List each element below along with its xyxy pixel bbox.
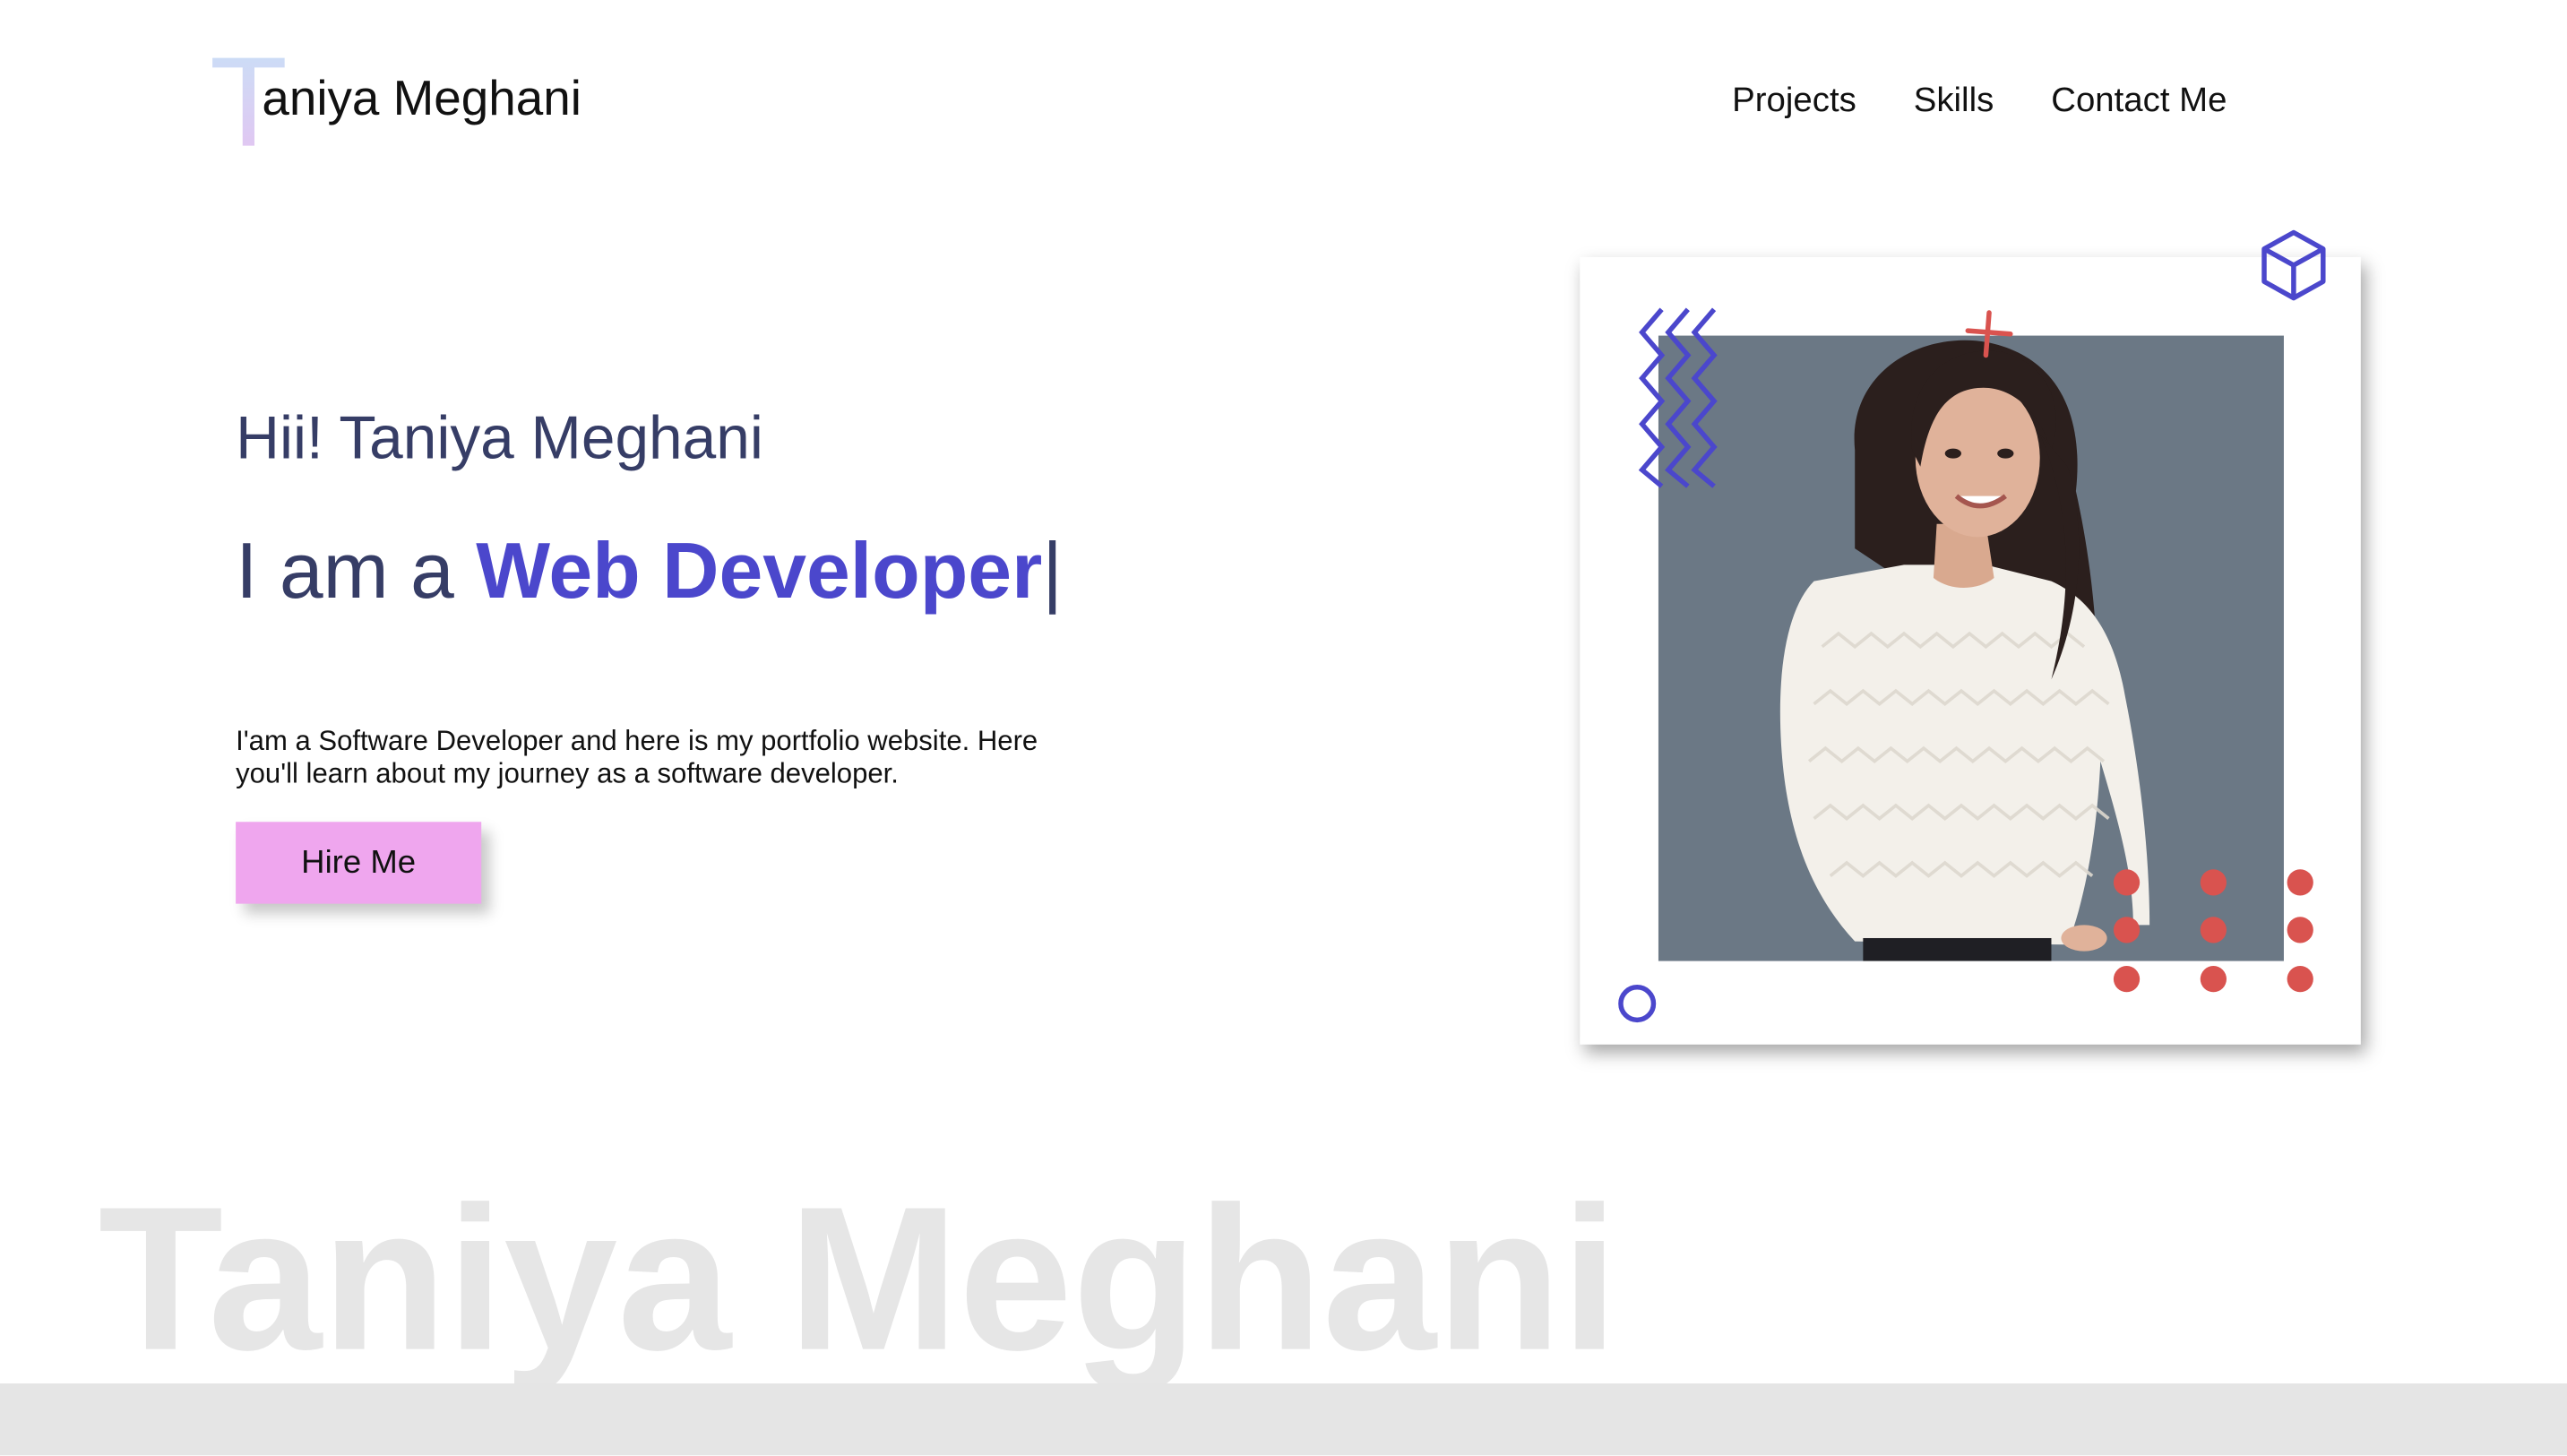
cube-icon xyxy=(2261,229,2326,301)
plus-icon xyxy=(1965,310,2013,358)
profile-photo-card xyxy=(1580,229,2361,1045)
nav-contact-link[interactable]: Contact Me xyxy=(2051,79,2227,125)
nav-skills-link[interactable]: Skills xyxy=(1914,79,1994,125)
nav-projects-link[interactable]: Projects xyxy=(1732,79,1856,125)
role-prefix: I am a xyxy=(236,529,477,616)
page: T aniya Meghani Projects Skills Contact … xyxy=(0,0,2567,1456)
role-highlight: Web Developer xyxy=(476,529,1043,616)
footer-band xyxy=(0,1383,2567,1456)
dot-grid-icon xyxy=(2113,869,2313,993)
hero-greeting: Hii! Taniya Meghani xyxy=(236,404,763,472)
hero-description: I'am a Software Developer and here is my… xyxy=(236,725,1038,789)
background-watermark: Taniya Meghani xyxy=(98,1165,1619,1393)
logo-text: aniya Meghani xyxy=(262,72,581,126)
zigzag-icon xyxy=(1638,307,1718,488)
circle-icon xyxy=(1618,985,1657,1023)
main-nav: Projects Skills Contact Me xyxy=(1732,79,2227,125)
hire-me-button[interactable]: Hire Me xyxy=(236,822,482,904)
typing-cursor: | xyxy=(1042,529,1063,616)
hero-role: I am a Web Developer| xyxy=(236,527,1063,618)
